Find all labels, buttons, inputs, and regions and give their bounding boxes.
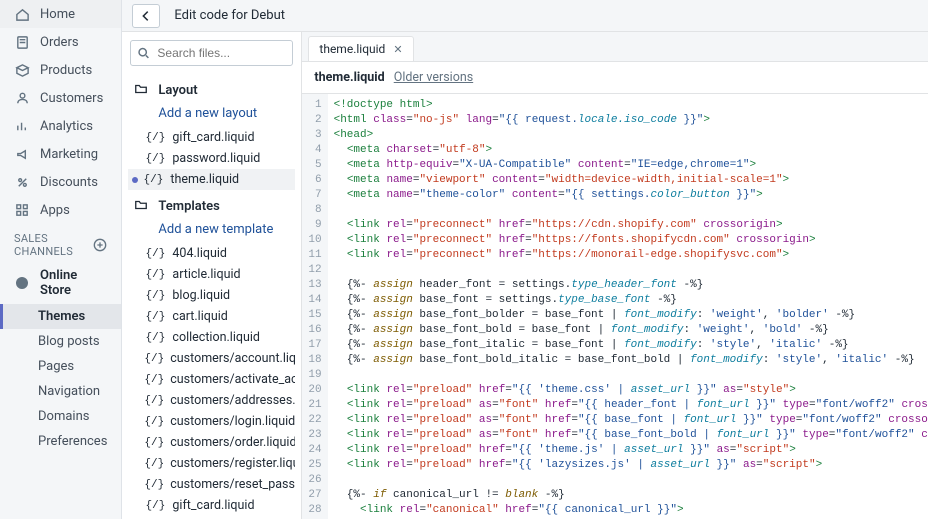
liquid-icon: {/} [144, 311, 166, 323]
subnav-blog-posts[interactable]: Blog posts [0, 329, 121, 354]
close-tab-icon[interactable]: ✕ [393, 43, 402, 56]
liquid-icon: {/} [144, 248, 166, 260]
add-layout-link[interactable]: Add a new layout [128, 102, 295, 127]
liquid-icon: {/} [144, 479, 164, 491]
subnav-navigation[interactable]: Navigation [0, 379, 121, 404]
folder-icon [134, 82, 150, 98]
store-icon [14, 275, 30, 291]
file-item[interactable]: {/}gift_card.liquid [128, 495, 295, 516]
file-item[interactable]: {/}collection.liquid [128, 327, 295, 348]
file-item[interactable]: {/}theme.liquid [128, 169, 295, 190]
file-item[interactable]: {/}customers/login.liquid [128, 411, 295, 432]
liquid-icon: {/} [144, 395, 164, 407]
nav-analytics[interactable]: Analytics [0, 112, 121, 140]
liquid-icon: {/} [144, 132, 166, 144]
file-crumb: theme.liquid Older versions [302, 62, 928, 94]
orders-icon [14, 34, 30, 50]
liquid-icon: {/} [142, 174, 164, 186]
file-item[interactable]: {/}customers/activate_account.liquid [128, 369, 295, 390]
file-item[interactable]: {/}customers/account.liquid [128, 348, 295, 369]
apps-icon [14, 202, 30, 218]
code-editor: theme.liquid ✕ theme.liquid Older versio… [302, 32, 928, 519]
nav-orders[interactable]: Orders [0, 28, 121, 56]
nav-discounts[interactable]: Discounts [0, 168, 121, 196]
back-button[interactable] [132, 4, 160, 28]
file-item[interactable]: {/}customers/reset_password.liquid [128, 474, 295, 495]
file-item[interactable]: {/}article.liquid [128, 264, 295, 285]
file-item[interactable]: {/}cart.liquid [128, 306, 295, 327]
subnav-pages[interactable]: Pages [0, 354, 121, 379]
subnav-themes[interactable]: Themes [0, 304, 121, 329]
liquid-icon: {/} [144, 500, 166, 512]
customers-icon [14, 90, 30, 106]
sales-channels-label: SALES CHANNELS [0, 224, 121, 262]
discounts-icon [14, 174, 30, 190]
code-lines[interactable]: <!doctype html><html class="no-js" lang=… [328, 94, 928, 519]
nav-online-store[interactable]: Online Store [0, 262, 121, 304]
file-panel: Layout Add a new layout {/}gift_card.liq… [122, 32, 302, 519]
file-item[interactable]: {/}404.liquid [128, 243, 295, 264]
liquid-icon: {/} [144, 374, 164, 386]
search-icon [137, 47, 150, 60]
nav-marketing[interactable]: Marketing [0, 140, 121, 168]
nav-products[interactable]: Products [0, 56, 121, 84]
liquid-icon: {/} [144, 437, 164, 449]
code-area[interactable]: 1234567891011121314151617181920212223242… [302, 94, 928, 519]
analytics-icon [14, 118, 30, 134]
file-item[interactable]: {/}blog.liquid [128, 285, 295, 306]
liquid-icon: {/} [144, 458, 164, 470]
layout-group[interactable]: Layout [128, 74, 295, 102]
home-icon [14, 6, 30, 22]
older-versions-link[interactable]: Older versions [394, 70, 473, 85]
liquid-icon: {/} [144, 416, 164, 428]
nav-customers[interactable]: Customers [0, 84, 121, 112]
liquid-icon: {/} [144, 153, 166, 165]
subnav-preferences[interactable]: Preferences [0, 429, 121, 454]
editor-tab[interactable]: theme.liquid ✕ [308, 36, 413, 61]
templates-group[interactable]: Templates [128, 190, 295, 218]
file-item[interactable]: {/}customers/addresses.liquid [128, 390, 295, 411]
main-nav: HomeOrdersProductsCustomersAnalyticsMark… [0, 0, 122, 519]
add-template-link[interactable]: Add a new template [128, 218, 295, 243]
file-item[interactable]: {/}password.liquid [128, 148, 295, 169]
add-channel-icon[interactable] [93, 238, 107, 252]
liquid-icon: {/} [144, 269, 166, 281]
liquid-icon: {/} [144, 290, 166, 302]
liquid-icon: {/} [144, 332, 166, 344]
line-gutter: 1234567891011121314151617181920212223242… [302, 94, 327, 519]
editor-tabs: theme.liquid ✕ [302, 32, 928, 62]
liquid-icon: {/} [144, 353, 164, 365]
products-icon [14, 62, 30, 78]
editor-header: Edit code for Debut [122, 0, 928, 32]
folder-icon [134, 198, 150, 214]
marketing-icon [14, 146, 30, 162]
file-item[interactable]: {/}customers/register.liquid [128, 453, 295, 474]
file-item[interactable]: {/}customers/order.liquid [128, 432, 295, 453]
search-input[interactable] [130, 40, 293, 66]
nav-home[interactable]: Home [0, 0, 121, 28]
nav-apps[interactable]: Apps [0, 196, 121, 224]
header-title: Edit code for Debut [174, 8, 285, 23]
subnav-domains[interactable]: Domains [0, 404, 121, 429]
file-item[interactable]: {/}gift_card.liquid [128, 127, 295, 148]
